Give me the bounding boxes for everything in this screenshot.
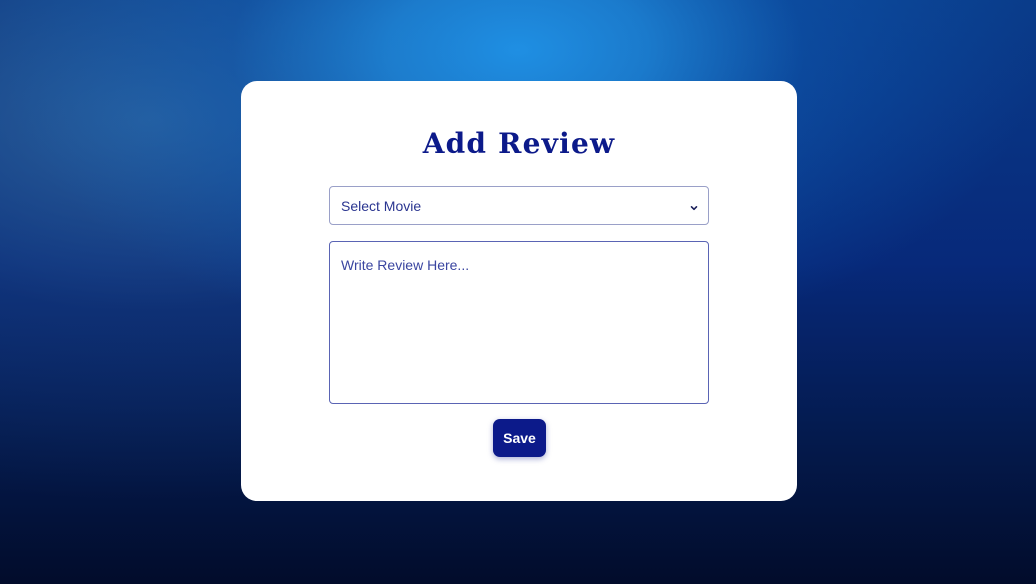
movie-select-value: Select Movie [341,198,422,214]
page-title: Add Review [422,127,616,160]
review-card: Add Review Select Movie Save [241,81,797,501]
chevron-down-icon [689,200,699,211]
review-textarea[interactable] [329,241,709,404]
movie-select[interactable]: Select Movie [329,186,709,225]
save-button[interactable]: Save [493,419,546,457]
